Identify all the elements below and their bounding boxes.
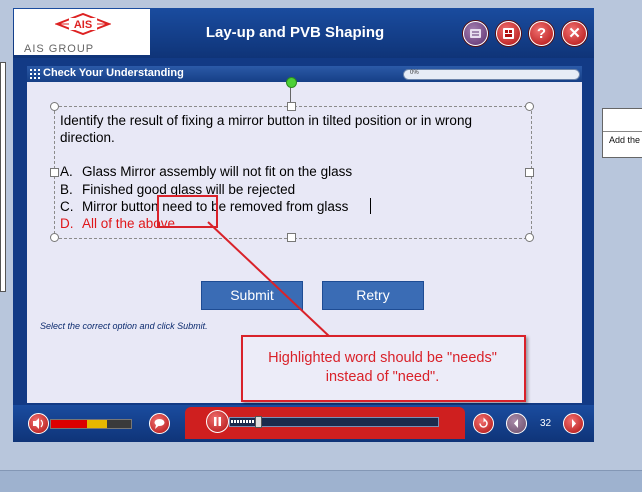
progress-bar: [403, 69, 580, 80]
glossary-icon: [503, 28, 514, 39]
section-title: Check Your Understanding: [43, 67, 184, 79]
question-prompt: Identify the result of fixing a mirror b…: [60, 113, 472, 145]
option-key: A.: [60, 164, 73, 179]
glossary-button[interactable]: [496, 21, 521, 46]
logo-diamond-icon: AIS: [55, 13, 111, 35]
option-a[interactable]: A. Glass Mirror assembly will not fit on …: [60, 164, 352, 179]
option-key: B.: [60, 182, 73, 197]
resize-handle-top-right[interactable]: [525, 102, 534, 111]
status-bar: [0, 470, 642, 492]
ais-logo: AIS AIS GROUP: [14, 9, 150, 55]
replay-button[interactable]: [473, 413, 494, 434]
resize-handle-bottom-right[interactable]: [525, 233, 534, 242]
help-button[interactable]: ?: [529, 21, 554, 46]
rotation-handle[interactable]: [286, 77, 297, 88]
notes-icon: [470, 29, 481, 38]
speech-bubble-icon: [154, 419, 165, 429]
logo-subtext: AIS GROUP: [24, 43, 95, 55]
speaker-icon: [33, 418, 44, 429]
page-number: 32: [540, 418, 552, 429]
progress-label: 0%: [410, 70, 419, 76]
resize-handle-bottom[interactable]: [287, 233, 296, 242]
help-icon: ?: [536, 25, 547, 42]
text-cursor: [370, 198, 371, 214]
resize-handle-top-left[interactable]: [50, 102, 59, 111]
resize-handle-right[interactable]: [525, 168, 534, 177]
right-side-panel: Add the: [602, 108, 642, 158]
retry-button[interactable]: Retry: [322, 281, 424, 310]
instruction-text: Select the correct option and click Subm…: [40, 321, 208, 331]
left-side-panel: [0, 62, 6, 292]
right-panel-divider: [603, 131, 642, 132]
resize-handle-top[interactable]: [287, 102, 296, 111]
volume-button[interactable]: [28, 413, 49, 434]
pause-button[interactable]: [206, 410, 229, 433]
chevron-right-icon: [572, 419, 576, 428]
seek-bar-thumb[interactable]: [255, 416, 262, 428]
right-panel-text: Add the: [609, 135, 641, 145]
resize-handle-bottom-left[interactable]: [50, 233, 59, 242]
pause-icon: [214, 417, 221, 426]
next-slide-button[interactable]: [563, 413, 584, 434]
close-icon: ✕: [568, 25, 581, 42]
option-text: Glass Mirror assembly will not fit on th…: [82, 164, 353, 179]
submit-button[interactable]: Submit: [201, 281, 303, 310]
resize-handle-left[interactable]: [50, 168, 59, 177]
seek-bar-progress: [231, 420, 257, 423]
previous-slide-button[interactable]: [506, 413, 527, 434]
course-title: Lay-up and PVB Shaping: [205, 24, 385, 41]
chevron-left-icon: [514, 419, 518, 428]
notes-button[interactable]: [463, 21, 488, 46]
review-callout-text: Highlighted word should be "needs" inste…: [268, 350, 497, 385]
exit-button[interactable]: ✕: [562, 21, 587, 46]
captions-button[interactable]: [149, 413, 170, 434]
grid-icon: [30, 69, 40, 79]
option-key: C.: [60, 199, 74, 214]
volume-slider[interactable]: [50, 419, 132, 429]
highlight-box: [157, 195, 218, 228]
logo-text: AIS: [74, 19, 92, 31]
replay-icon: [479, 417, 488, 428]
option-key: D.: [60, 216, 74, 231]
